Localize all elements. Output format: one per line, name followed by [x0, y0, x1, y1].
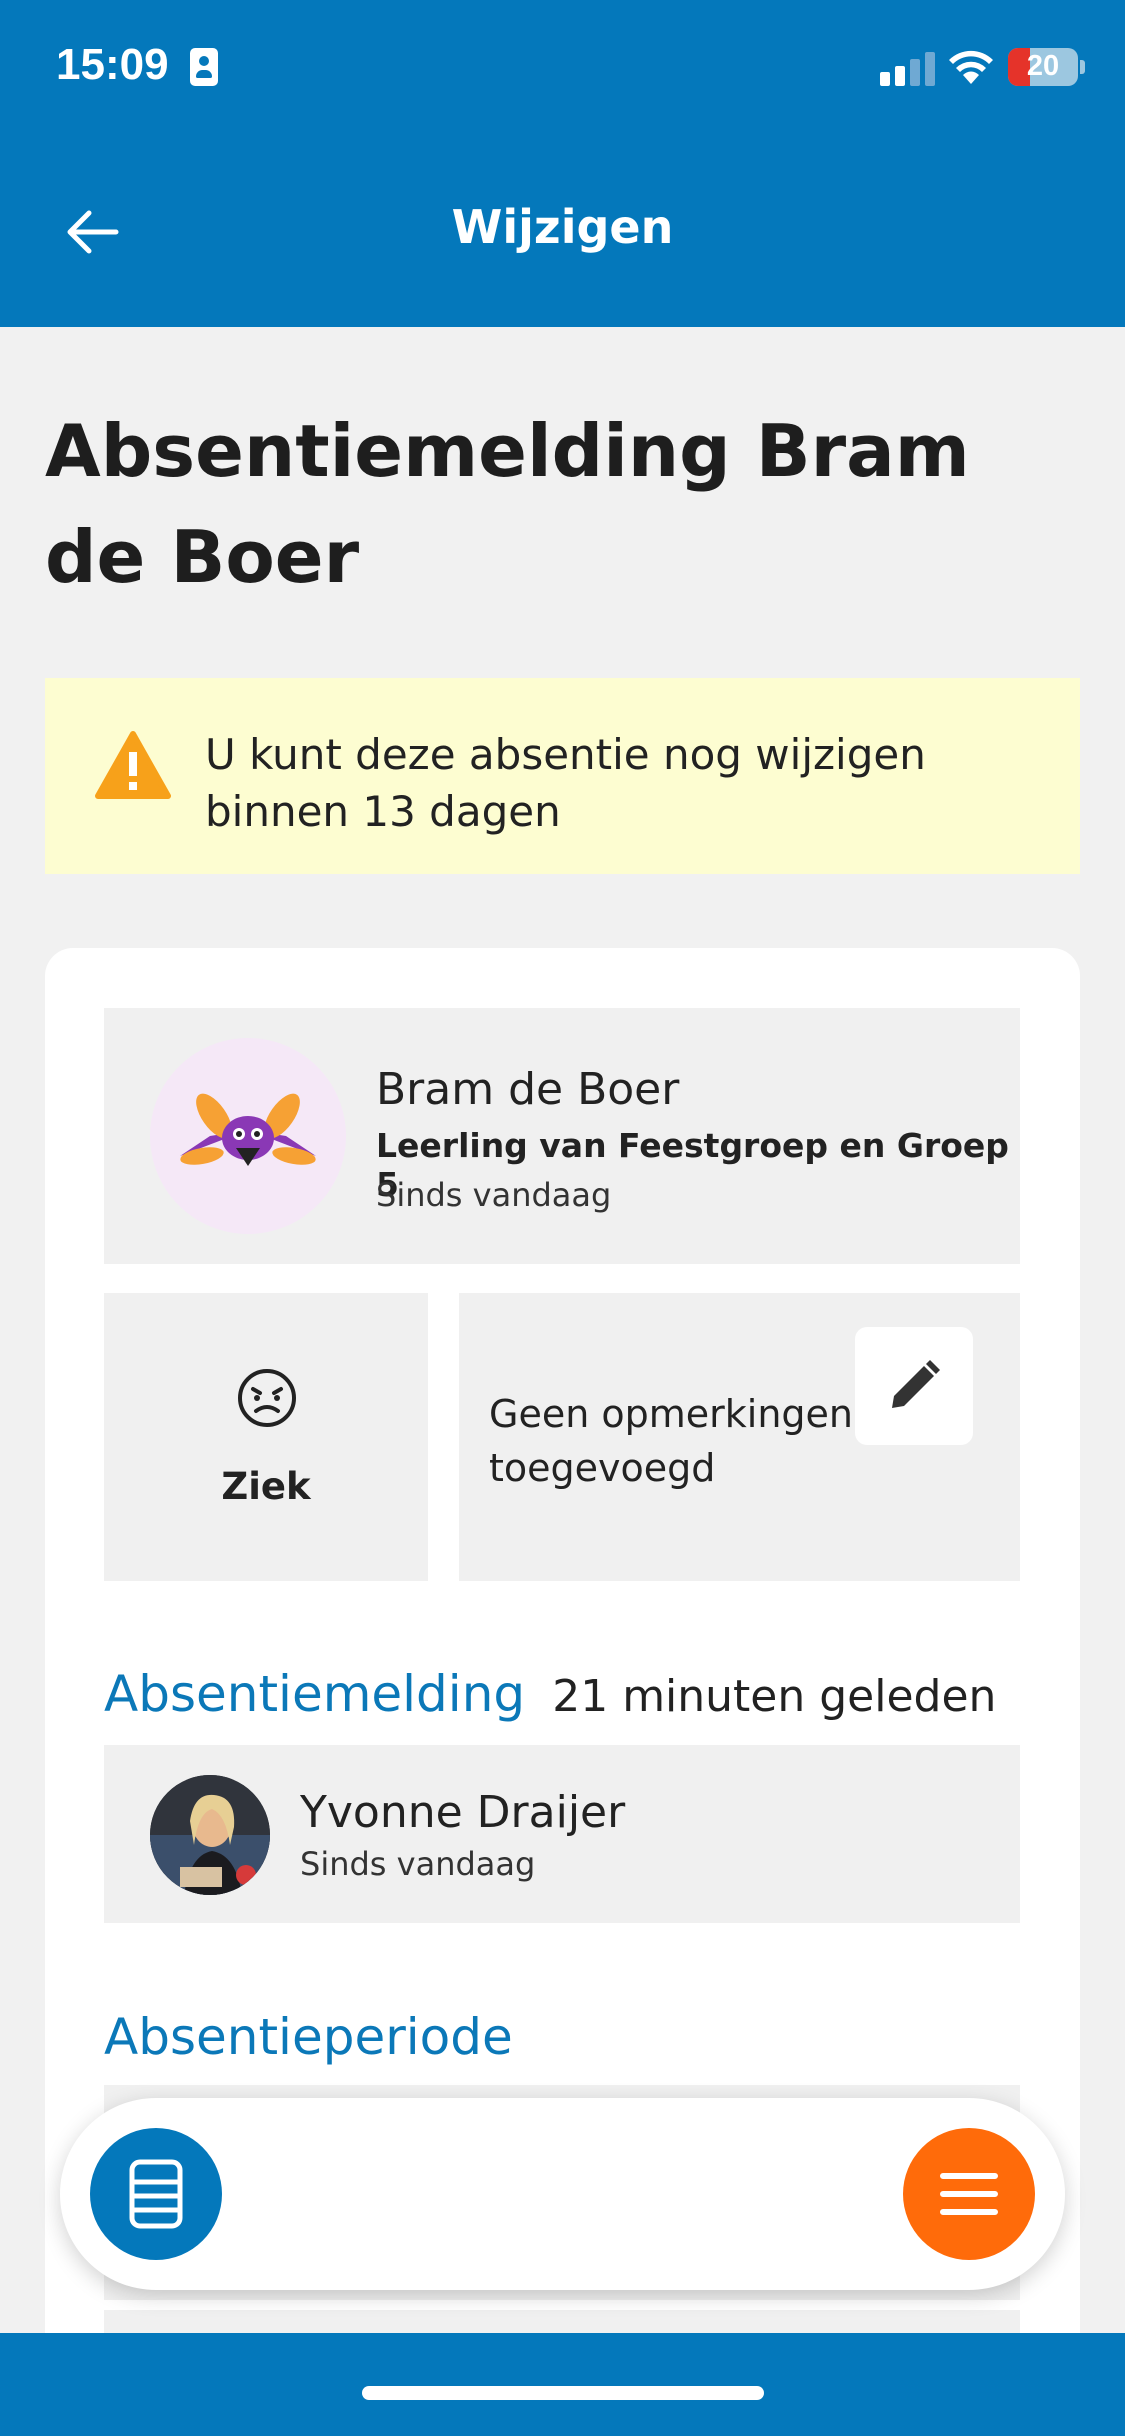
avatar [150, 1038, 346, 1234]
bottom-action-bar [60, 2098, 1065, 2290]
menu-button[interactable] [903, 2128, 1035, 2260]
student-name: Bram de Boer [376, 1064, 680, 1115]
reason-label: Ziek [221, 1465, 311, 1508]
warning-text: U kunt deze absentie nog wijzigen binnen… [205, 730, 926, 836]
app-header: 15:09 20 Wijzigen [0, 0, 1125, 327]
battery-level: 20 [1026, 50, 1060, 82]
menu-icon [940, 2173, 998, 2215]
book-button[interactable] [90, 2128, 222, 2260]
report-heading: Absentiemelding 21 minuten geleden [104, 1665, 996, 1723]
id-card-icon [190, 48, 218, 86]
battery-tip [1080, 60, 1085, 74]
reporter-since: Sinds vandaag [300, 1845, 536, 1883]
remarks-panel: Geen opmerkingen toegevoegd [459, 1293, 1020, 1581]
wifi-icon [949, 50, 993, 84]
student-since: Sinds vandaag [376, 1176, 612, 1214]
reporter-name: Yvonne Draijer [300, 1787, 626, 1838]
signal-icon [880, 50, 936, 86]
reporter-avatar [150, 1775, 270, 1895]
book-icon [129, 2159, 183, 2229]
student-info: Bram de Boer Leerling van Feestgroep en … [104, 1008, 1020, 1264]
report-time: 21 minuten geleden [552, 1671, 997, 1722]
home-indicator[interactable] [362, 2386, 764, 2400]
page-title: Absentiemelding Bram de Boer [45, 409, 970, 599]
battery-icon: 20 [1008, 48, 1078, 86]
reporter-info: Yvonne Draijer Sinds vandaag [104, 1745, 1020, 1923]
sick-face-icon [238, 1369, 296, 1427]
warning-triangle-icon [95, 731, 171, 799]
absence-reason: Ziek [104, 1293, 428, 1581]
bottom-footer [0, 2333, 1125, 2436]
warning-banner: U kunt deze absentie nog wijzigen binnen… [45, 678, 1080, 874]
report-title: Absentiemelding [104, 1665, 526, 1723]
pencil-icon [892, 1360, 940, 1408]
remarks-text: Geen opmerkingen toegevoegd [489, 1392, 853, 1490]
edit-remarks-button[interactable] [855, 1327, 973, 1445]
status-time: 15:09 [56, 40, 169, 89]
nav-title: Wijzigen [451, 200, 674, 254]
period-title: Absentieperiode [104, 2008, 513, 2066]
